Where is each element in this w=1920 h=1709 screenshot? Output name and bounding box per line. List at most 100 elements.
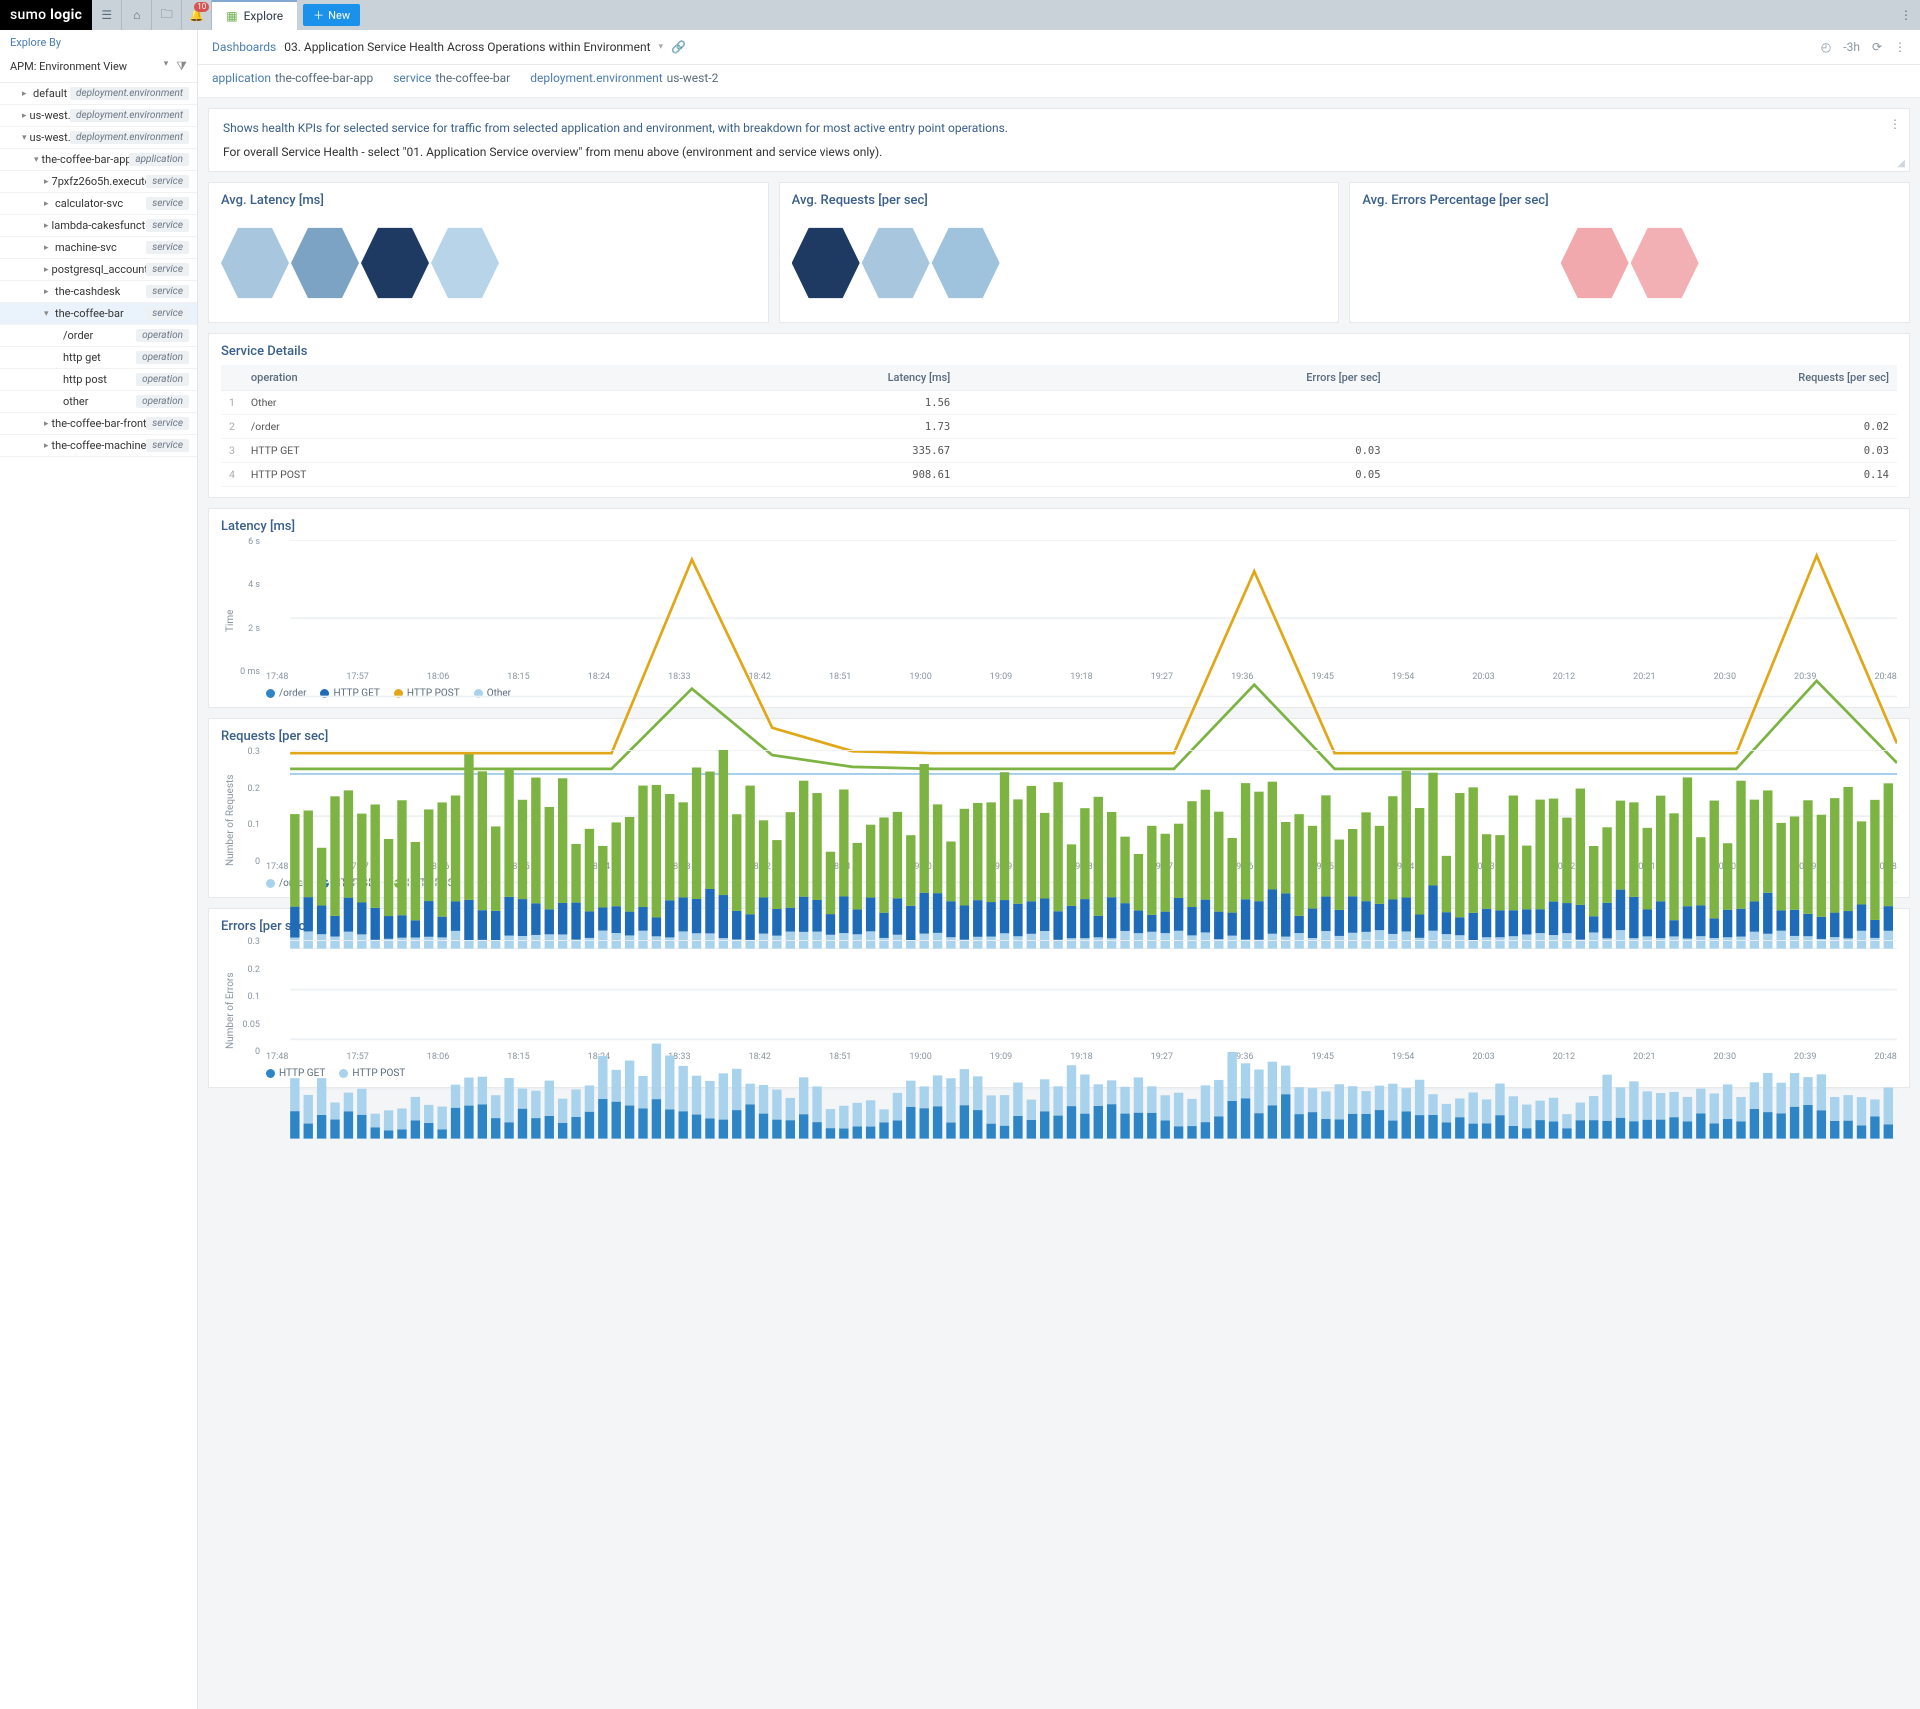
tree-item-tag: service [146, 263, 189, 276]
brand-logo[interactable]: sumo logic [0, 0, 92, 30]
breadcrumb-root[interactable]: Dashboards [212, 40, 276, 54]
panel-title: Avg. Errors Percentage [per sec] [1362, 193, 1897, 208]
tree-item-tag: operation [136, 351, 189, 364]
tree-item[interactable]: ▸the-coffee-machineservice [0, 435, 197, 457]
time-range[interactable]: -3h [1843, 40, 1860, 54]
table-row[interactable]: 3HTTP GET335.670.030.03 [221, 439, 1897, 463]
panel-title: Avg. Requests [per sec] [792, 193, 1327, 208]
honeycomb-cell[interactable] [1561, 224, 1629, 302]
expand-icon: ▸ [44, 287, 52, 297]
tree-item[interactable]: ▾the-coffee-bar-appapplication [0, 149, 197, 171]
chart-svg[interactable] [236, 940, 1897, 1139]
bell-icon[interactable]: 🔔10 [182, 0, 212, 30]
tree-item[interactable]: ▸defaultdeployment.environment [0, 83, 197, 105]
breadcrumb: Dashboards 03. Application Service Healt… [198, 30, 1920, 65]
panel-menu-icon[interactable]: ⋮ [1889, 117, 1901, 131]
chart-svg[interactable] [236, 540, 1897, 775]
tree-item-tag: service [146, 417, 189, 430]
tab-explore[interactable]: ▦ Explore [212, 0, 297, 30]
honeycomb-cell[interactable] [932, 224, 1000, 302]
chevron-down-icon[interactable]: ▾ [659, 42, 664, 52]
tree-item-tag: service [146, 241, 189, 254]
tree-item[interactable]: ▾the-coffee-barservice [0, 303, 197, 325]
resize-handle-icon[interactable]: ◢ [1897, 158, 1905, 169]
compass-icon: ▦ [226, 9, 237, 23]
filter-tag[interactable]: applicationthe-coffee-bar-app [212, 71, 373, 85]
tree-item[interactable]: otheroperation [0, 391, 197, 413]
chart-svg[interactable] [236, 750, 1897, 949]
honeycomb-cell[interactable] [862, 224, 930, 302]
plus-icon: ＋ [313, 7, 324, 23]
tree-item-tag: operation [136, 395, 189, 408]
apm-view-select[interactable]: APM: Environment View ▾ ⧩ [0, 55, 197, 83]
table-row[interactable]: 2/order1.730.02 [221, 415, 1897, 439]
refresh-icon[interactable]: ⟳ [1872, 40, 1882, 54]
tree-item[interactable]: ▸calculator-svcservice [0, 193, 197, 215]
tree-item-tag: service [146, 285, 189, 298]
info-panel: ⋮ Shows health KPIs for selected service… [208, 108, 1910, 172]
panel-service-details: Service Details operation Latency [ms] E… [208, 333, 1910, 498]
honeycomb-cell[interactable] [431, 224, 499, 302]
expand-icon: ▸ [44, 177, 49, 187]
tree-item-tag: service [146, 219, 189, 232]
sidebar: Explore By APM: Environment View ▾ ⧩ ▸de… [0, 30, 198, 1709]
expand-icon: ▸ [44, 419, 49, 429]
notification-badge: 10 [194, 2, 209, 12]
tree-item-tag: service [146, 439, 189, 452]
more-icon[interactable]: ⋮ [1894, 40, 1906, 54]
panel-avg-errors: Avg. Errors Percentage [per sec] [1349, 182, 1910, 323]
table-row[interactable]: 1Other1.56 [221, 391, 1897, 415]
tree-item-tag: application [129, 153, 189, 166]
tree-item[interactable]: ▾us-west...deployment.environment [0, 127, 197, 149]
honeycomb-cell[interactable] [291, 224, 359, 302]
table-row[interactable]: 4HTTP POST908.610.050.14 [221, 463, 1897, 487]
tree-item[interactable]: ▸the-coffee-bar-front...service [0, 413, 197, 435]
y-axis-label: Time [221, 540, 236, 701]
clock-icon: ◴ [1821, 40, 1831, 54]
filter-icon[interactable]: ⧩ [176, 59, 187, 74]
home-icon[interactable]: ⌂ [122, 0, 152, 30]
menu-icon[interactable]: ☰ [92, 0, 122, 30]
tree-item-tag: service [146, 307, 189, 320]
tree-item-tag: deployment.environment [70, 131, 189, 144]
tree-item[interactable]: ▸the-cashdeskservice [0, 281, 197, 303]
expand-icon: ▾ [34, 155, 39, 165]
folder-icon[interactable]: 🗀 [152, 0, 182, 30]
tree-item-tag: deployment.environment [70, 109, 189, 122]
tree-item[interactable]: /orderoperation [0, 325, 197, 347]
filter-tag[interactable]: deployment.environmentus-west-2 [530, 71, 718, 85]
tree-item[interactable]: ▸machine-svcservice [0, 237, 197, 259]
expand-icon: ▸ [44, 441, 49, 451]
expand-icon: ▸ [44, 265, 49, 275]
panel-title: Avg. Latency [ms] [221, 193, 756, 208]
honeycomb-cell[interactable] [792, 224, 860, 302]
new-button[interactable]: ＋ New [303, 4, 360, 26]
tree-item[interactable]: http getoperation [0, 347, 197, 369]
app-menu-icon[interactable]: ⋮ [1892, 0, 1920, 30]
breadcrumb-current: 03. Application Service Health Across Op… [284, 40, 650, 54]
honeycomb-cell[interactable] [361, 224, 429, 302]
tree-item[interactable]: ▸postgresql_accountservice [0, 259, 197, 281]
tree-item[interactable]: ▸us-west...deployment.environment [0, 105, 197, 127]
tree-item-tag: service [146, 175, 189, 188]
expand-icon: ▸ [44, 199, 52, 209]
tree-item-tag: service [146, 197, 189, 210]
honeycomb-cell[interactable] [221, 224, 289, 302]
expand-icon: ▸ [22, 89, 30, 99]
main-content: Dashboards 03. Application Service Healt… [198, 30, 1920, 1709]
tree-item[interactable]: ▸7pxfz26o5h.execute...service [0, 171, 197, 193]
panel-title: Service Details [221, 344, 1897, 359]
panel-avg-requests: Avg. Requests [per sec] [779, 182, 1340, 323]
filter-tag[interactable]: servicethe-coffee-bar [393, 71, 510, 85]
tree-item[interactable]: http postoperation [0, 369, 197, 391]
link-icon[interactable]: 🔗 [671, 40, 686, 54]
tree-item-tag: operation [136, 373, 189, 386]
chart-panel: Latency [ms]Time0 ms2 s4 s6 s17:4817:571… [208, 508, 1910, 708]
filter-tags: applicationthe-coffee-bar-app servicethe-… [198, 65, 1920, 98]
explore-by-label: Explore By [0, 30, 197, 55]
panel-title: Latency [ms] [221, 519, 1897, 534]
honeycomb-cell[interactable] [1631, 224, 1699, 302]
tree-item[interactable]: ▸lambda-cakesfuncti...service [0, 215, 197, 237]
y-axis-label: Number of Requests [221, 750, 236, 891]
expand-icon: ▸ [44, 243, 52, 253]
